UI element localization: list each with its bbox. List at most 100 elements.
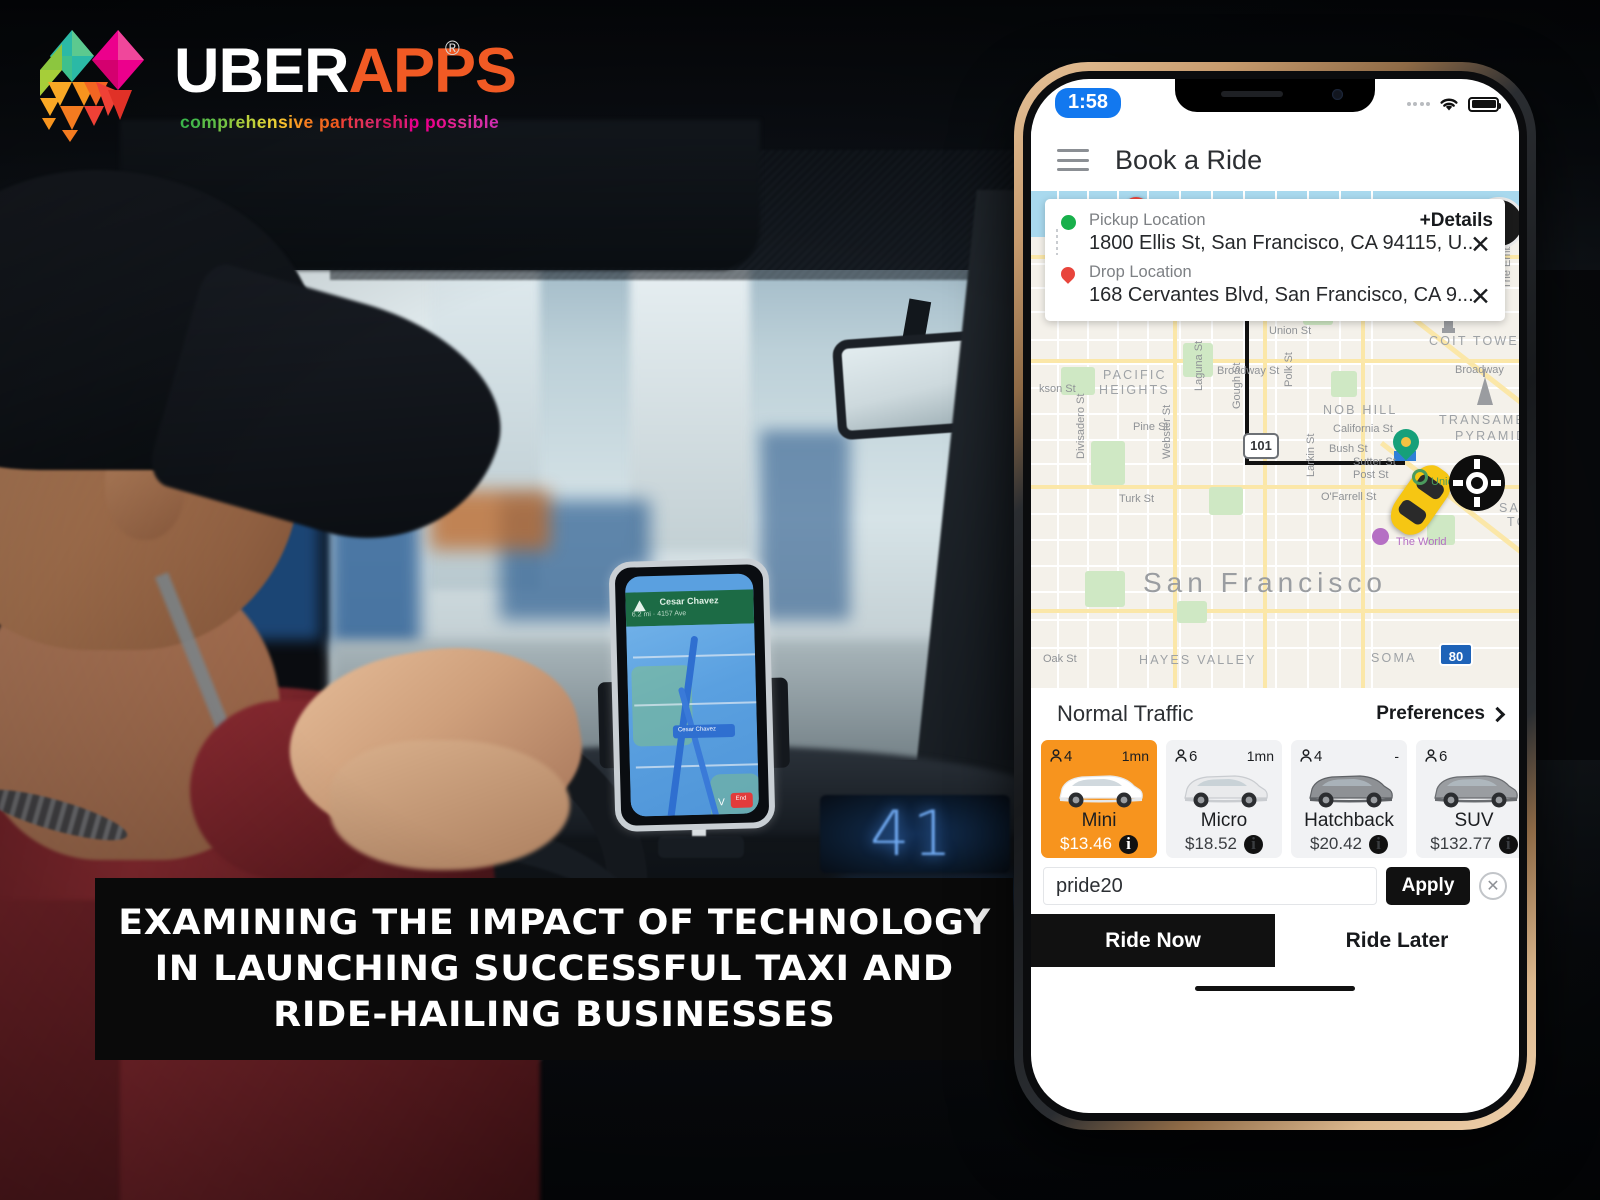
hamburger-menu-icon[interactable] (1057, 149, 1089, 171)
pickup-label: Pickup Location (1089, 211, 1206, 229)
grey-hatchback-icon (1309, 775, 1393, 808)
green-circle-marker-icon (1061, 215, 1076, 230)
phone-bezel: 1:58 Book a Ride 101 80 San Francisco CO… (1023, 71, 1527, 1121)
person-icon (1050, 749, 1062, 762)
person-icon (1425, 749, 1437, 762)
promo-row: pride20 Apply ✕ (1031, 858, 1519, 914)
location-card: +Details Pickup Location 1800 Ellis St, … (1045, 199, 1505, 321)
vehicle-card-micro[interactable]: 6 1mn Micro $18.52 i (1166, 740, 1282, 858)
pickup-location-row[interactable]: Pickup Location 1800 Ellis St, San Franc… (1057, 211, 1493, 258)
phone-mockup: 1:58 Book a Ride 101 80 San Francisco CO… (1014, 62, 1536, 1130)
person-icon (1175, 749, 1187, 762)
preferences-button[interactable]: Preferences (1376, 703, 1506, 725)
map-label: Turk St (1119, 493, 1155, 505)
vehicle-price-row: $20.42 i (1291, 834, 1407, 854)
signal-dots-icon (1406, 102, 1430, 106)
pickup-clear-icon[interactable]: ✕ (1470, 233, 1491, 258)
the-world-icon (1372, 528, 1389, 545)
map-label-vertical: Polk St (1283, 352, 1295, 387)
vehicle-card-hatchback[interactable]: 4- Hatchback $20.42 i (1291, 740, 1407, 858)
map-label: kson St (1039, 383, 1076, 395)
logo-apps: APPS (348, 36, 518, 106)
person-icon (1300, 749, 1312, 762)
info-icon[interactable]: i (1119, 834, 1138, 854)
info-icon[interactable]: i (1369, 834, 1388, 854)
silver-crossover-icon (1184, 775, 1268, 808)
vehicle-card-top: 6 (1416, 747, 1519, 765)
seat-capacity: 6 (1424, 748, 1447, 765)
map-label: Post St (1353, 469, 1389, 481)
vehicle-name: Mini (1081, 810, 1117, 831)
uberapps-logo-mark (40, 30, 144, 142)
map-label: SOMA (1371, 651, 1417, 665)
earpiece-speaker-icon (1221, 91, 1283, 97)
locate-me-icon[interactable] (1449, 455, 1505, 511)
vehicle-card-suv[interactable]: 6 SUV $132.77 i (1416, 740, 1519, 858)
map-label-vertical: Laguna St (1193, 340, 1205, 391)
map-container[interactable]: 101 80 San Francisco CoveGhirardelliSqua… (1031, 191, 1519, 688)
map-label: California St (1333, 423, 1393, 435)
highway-101-shield: 101 (1243, 433, 1279, 459)
map-label: The World (1396, 536, 1447, 548)
logo-wordmark: UBERAPPS (174, 40, 517, 103)
page-title: Book a Ride (1115, 144, 1263, 175)
vehicle-image (1416, 765, 1519, 809)
vehicle-image (1291, 765, 1407, 809)
vehicle-list[interactable]: 4 1mn Mini $13.46 i 6 1mn Micro $18.52 i 4- Hatchba… (1031, 740, 1519, 858)
vehicle-card-top: 4- (1291, 747, 1407, 765)
map-label: Sutter St (1353, 456, 1396, 468)
map-label-vertical: Divisadero St (1075, 393, 1087, 459)
vehicle-price: $18.52 (1185, 834, 1237, 853)
info-icon[interactable]: i (1498, 834, 1518, 854)
promo-code-input[interactable]: pride20 (1043, 867, 1377, 905)
headline-line-2: IN LAUNCHING SUCCESSFUL TAXI AND (154, 949, 954, 989)
phone-screen: 1:58 Book a Ride 101 80 San Francisco CO… (1031, 79, 1519, 1113)
vehicle-eta: - (1394, 748, 1399, 764)
phone-notch (1175, 79, 1375, 112)
status-icons (1406, 95, 1501, 113)
vehicle-price-row: $13.46 i (1041, 834, 1157, 854)
map-label: O'Farrell St (1321, 491, 1377, 503)
seat-capacity: 6 (1174, 748, 1197, 765)
map-label-vertical: Webster St (1161, 404, 1173, 459)
map-city-label: San Francisco (1143, 567, 1387, 598)
app-bar: Book a Ride (1031, 129, 1519, 191)
map-label: NOB HILL (1323, 403, 1398, 417)
brand-logo: UBERAPPS ® comprehensive partnership pos… (28, 22, 517, 142)
vehicle-price: $13.46 (1060, 834, 1112, 853)
traffic-status: Normal Traffic (1057, 701, 1194, 726)
map-label: TRANSAMERICA (1439, 413, 1519, 427)
tab-ride-now[interactable]: Ride Now (1031, 914, 1275, 967)
map-label-vertical: Larkin St (1305, 433, 1317, 477)
map-label: COIT TOWER (1429, 334, 1519, 348)
seat-count: 4 (1064, 747, 1073, 765)
logo-tagline: comprehensive partnership possible (180, 112, 500, 132)
vehicle-card-top: 6 1mn (1166, 747, 1282, 765)
map-label: PYRAMID (1455, 429, 1519, 443)
drop-label: Drop Location (1089, 263, 1192, 281)
vehicle-price: $132.77 (1430, 834, 1492, 853)
seat-count: 6 (1189, 747, 1198, 765)
seat-capacity: 4 (1299, 748, 1322, 765)
ride-time-tabs: Ride Now Ride Later (1031, 914, 1519, 967)
drop-location-row[interactable]: Drop Location 168 Cervantes Blvd, San Fr… (1057, 263, 1493, 310)
info-icon[interactable]: i (1244, 834, 1263, 854)
seat-capacity: 4 (1049, 748, 1072, 765)
pickup-value: 1800 Ellis St, San Francisco, CA 94115, … (1089, 232, 1479, 254)
vehicle-eta: 1mn (1246, 748, 1274, 764)
white-compact-car-icon (1059, 775, 1143, 808)
map-label: HAYES VALLEY (1139, 653, 1257, 667)
vehicle-price-row: $132.77 i (1416, 834, 1519, 854)
vehicle-price: $20.42 (1310, 834, 1362, 853)
apply-button[interactable]: Apply (1386, 867, 1470, 905)
destination-pin-icon (1387, 423, 1425, 463)
drop-clear-icon[interactable]: ✕ (1470, 285, 1491, 310)
battery-icon (1468, 96, 1501, 112)
grey-suv-icon (1434, 775, 1518, 808)
vehicle-card-mini[interactable]: 4 1mn Mini $13.46 i (1041, 740, 1157, 858)
tab-ride-later[interactable]: Ride Later (1275, 914, 1519, 967)
chevron-right-icon (1489, 706, 1506, 722)
vehicle-price-row: $18.52 i (1166, 834, 1282, 854)
clear-circle-icon[interactable]: ✕ (1479, 872, 1507, 900)
headline-line-1: EXAMINING THE IMPACT OF TECHNOLOGY (117, 903, 991, 943)
